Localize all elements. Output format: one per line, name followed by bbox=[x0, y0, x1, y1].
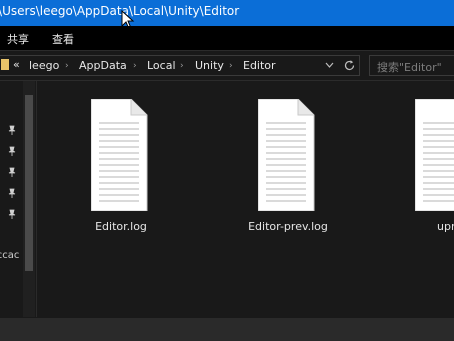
file-item[interactable]: upm bbox=[385, 99, 454, 239]
folder-icon bbox=[1, 59, 9, 70]
crumb-separator-icon: › bbox=[65, 61, 69, 71]
window-title: :\Users\leego\AppData\Local\Unity\Editor bbox=[0, 4, 240, 18]
address-bar[interactable]: « leego › AppData › Local › Unity › Edit… bbox=[0, 55, 360, 76]
file-list: Editor.log Editor-prev.log up bbox=[37, 81, 454, 317]
file-item[interactable]: Editor.log bbox=[61, 99, 181, 239]
sidebar-item-label[interactable]: lccac bbox=[0, 250, 19, 261]
refresh-icon[interactable] bbox=[343, 59, 356, 72]
pin-icon bbox=[8, 167, 16, 177]
title-bar: :\Users\leego\AppData\Local\Unity\Editor bbox=[0, 0, 454, 30]
navigation-pane: lccac bbox=[0, 81, 36, 317]
crumb-editor[interactable]: Editor bbox=[243, 59, 276, 72]
back-overflow-marker[interactable]: « bbox=[13, 58, 20, 71]
text-file-icon bbox=[415, 99, 454, 211]
file-item[interactable]: Editor-prev.log bbox=[228, 99, 348, 239]
pin-icon bbox=[8, 146, 16, 156]
menu-share[interactable]: 共享 bbox=[7, 31, 29, 47]
chevron-down-icon[interactable] bbox=[325, 62, 334, 69]
file-name: Editor-prev.log bbox=[248, 220, 328, 233]
menu-view[interactable]: 查看 bbox=[52, 31, 74, 47]
crumb-leego[interactable]: leego bbox=[29, 59, 59, 72]
crumb-appdata[interactable]: AppData bbox=[79, 59, 127, 72]
pin-icon bbox=[8, 125, 16, 135]
crumb-separator-icon: › bbox=[229, 61, 233, 71]
status-bar bbox=[0, 318, 454, 341]
crumb-unity[interactable]: Unity bbox=[195, 59, 224, 72]
search-input[interactable]: 搜索"Editor" bbox=[369, 55, 454, 76]
menu-bar: 共享 查看 bbox=[0, 26, 454, 50]
pin-icon bbox=[8, 188, 16, 198]
text-file-icon bbox=[91, 99, 148, 211]
crumb-separator-icon: › bbox=[133, 61, 137, 71]
address-row: « leego › AppData › Local › Unity › Edit… bbox=[0, 51, 454, 80]
crumb-local[interactable]: Local bbox=[147, 59, 176, 72]
text-file-icon bbox=[258, 99, 315, 211]
file-name: upm bbox=[437, 220, 454, 233]
pin-icon bbox=[8, 209, 16, 219]
crumb-separator-icon: › bbox=[180, 61, 184, 71]
sidebar-scroll-thumb[interactable] bbox=[25, 95, 33, 271]
search-placeholder: 搜索"Editor" bbox=[377, 61, 442, 74]
file-name: Editor.log bbox=[95, 220, 147, 233]
